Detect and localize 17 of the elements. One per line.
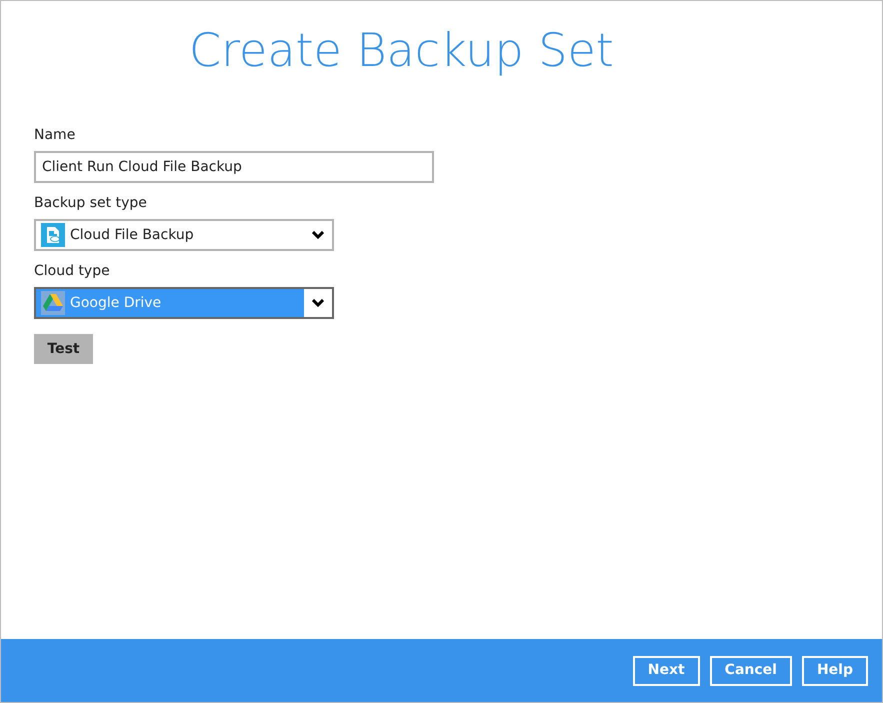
page-title: Create Backup Set (189, 22, 614, 79)
dropdown[interactable]: Cloud File Backup (34, 219, 334, 251)
drive-icon (41, 291, 65, 315)
chevron-down-icon (312, 299, 324, 307)
dropdown-value: Cloud File Backup (70, 226, 194, 244)
dropdown[interactable]: Google Drive (34, 287, 334, 319)
field-label: Backup set type (34, 194, 147, 213)
footer-button[interactable]: Help (802, 656, 868, 686)
cloud-file-icon (41, 223, 65, 247)
footer-button[interactable]: Cancel (710, 656, 792, 686)
test-button[interactable]: Test (34, 334, 93, 364)
footer-button[interactable]: Next (632, 656, 700, 686)
field-label: Cloud type (34, 262, 110, 281)
field-label: Name (34, 126, 76, 145)
chevron-down-icon (312, 231, 324, 239)
dropdown-value: Google Drive (70, 294, 162, 312)
name-field[interactable]: Client Run Cloud File Backup (34, 151, 434, 183)
